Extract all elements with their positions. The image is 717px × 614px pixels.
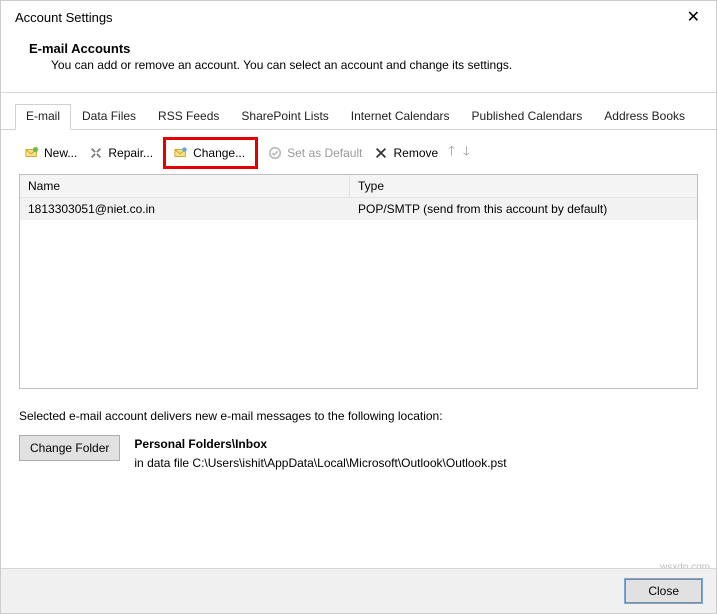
- repair-button[interactable]: Repair...: [85, 144, 157, 162]
- mail-change-icon: [174, 146, 188, 160]
- footer: Close: [1, 568, 716, 613]
- check-circle-icon: [268, 146, 282, 160]
- move-up-icon: 🡑: [446, 142, 457, 164]
- col-header-type[interactable]: Type: [350, 175, 697, 197]
- location-title: Personal Folders\Inbox: [134, 435, 506, 454]
- window-title: Account Settings: [15, 10, 113, 25]
- location-path: in data file C:\Users\ishit\AppData\Loca…: [134, 454, 506, 473]
- location-block: Personal Folders\Inbox in data file C:\U…: [134, 435, 506, 473]
- title-bar: Account Settings ✕: [1, 1, 716, 31]
- tab-published-calendars[interactable]: Published Calendars: [461, 104, 594, 130]
- change-button[interactable]: Change...: [170, 144, 249, 162]
- col-header-name[interactable]: Name: [20, 175, 350, 197]
- toolbar: New... Repair... Change... Set as Defaul…: [1, 130, 716, 174]
- header-block: E-mail Accounts You can add or remove an…: [1, 31, 716, 92]
- tab-email[interactable]: E-mail: [15, 104, 71, 130]
- tab-rss-feeds[interactable]: RSS Feeds: [147, 104, 230, 130]
- account-list: Name Type 1813303051@niet.co.in POP/SMTP…: [19, 174, 698, 389]
- cell-name: 1813303051@niet.co.in: [20, 198, 350, 220]
- change-label: Change...: [193, 146, 245, 160]
- list-header: Name Type: [20, 175, 697, 198]
- new-label: New...: [44, 146, 77, 160]
- close-icon[interactable]: ✕: [681, 7, 706, 27]
- tools-icon: [89, 146, 103, 160]
- new-button[interactable]: New...: [21, 144, 81, 162]
- remove-button[interactable]: Remove: [370, 144, 442, 162]
- delivery-row: Change Folder Personal Folders\Inbox in …: [1, 431, 716, 477]
- tab-internet-calendars[interactable]: Internet Calendars: [340, 104, 461, 130]
- header-subtitle: You can add or remove an account. You ca…: [51, 58, 692, 72]
- remove-label: Remove: [393, 146, 438, 160]
- table-row[interactable]: 1813303051@niet.co.in POP/SMTP (send fro…: [20, 198, 697, 220]
- change-highlight: Change...: [163, 137, 258, 169]
- delivery-text: Selected e-mail account delivers new e-m…: [1, 389, 716, 431]
- tab-data-files[interactable]: Data Files: [71, 104, 147, 130]
- repair-label: Repair...: [108, 146, 153, 160]
- close-button[interactable]: Close: [625, 579, 702, 603]
- tab-strip: E-mail Data Files RSS Feeds SharePoint L…: [1, 93, 716, 130]
- header-title: E-mail Accounts: [29, 41, 692, 56]
- set-default-button: Set as Default: [264, 144, 366, 162]
- cell-type: POP/SMTP (send from this account by defa…: [350, 198, 697, 220]
- tab-address-books[interactable]: Address Books: [593, 104, 696, 130]
- change-folder-button[interactable]: Change Folder: [19, 435, 120, 461]
- move-down-icon: 🡓: [461, 142, 472, 164]
- remove-x-icon: [374, 146, 388, 160]
- mail-new-icon: [25, 146, 39, 160]
- tab-sharepoint-lists[interactable]: SharePoint Lists: [230, 104, 339, 130]
- set-default-label: Set as Default: [287, 146, 362, 160]
